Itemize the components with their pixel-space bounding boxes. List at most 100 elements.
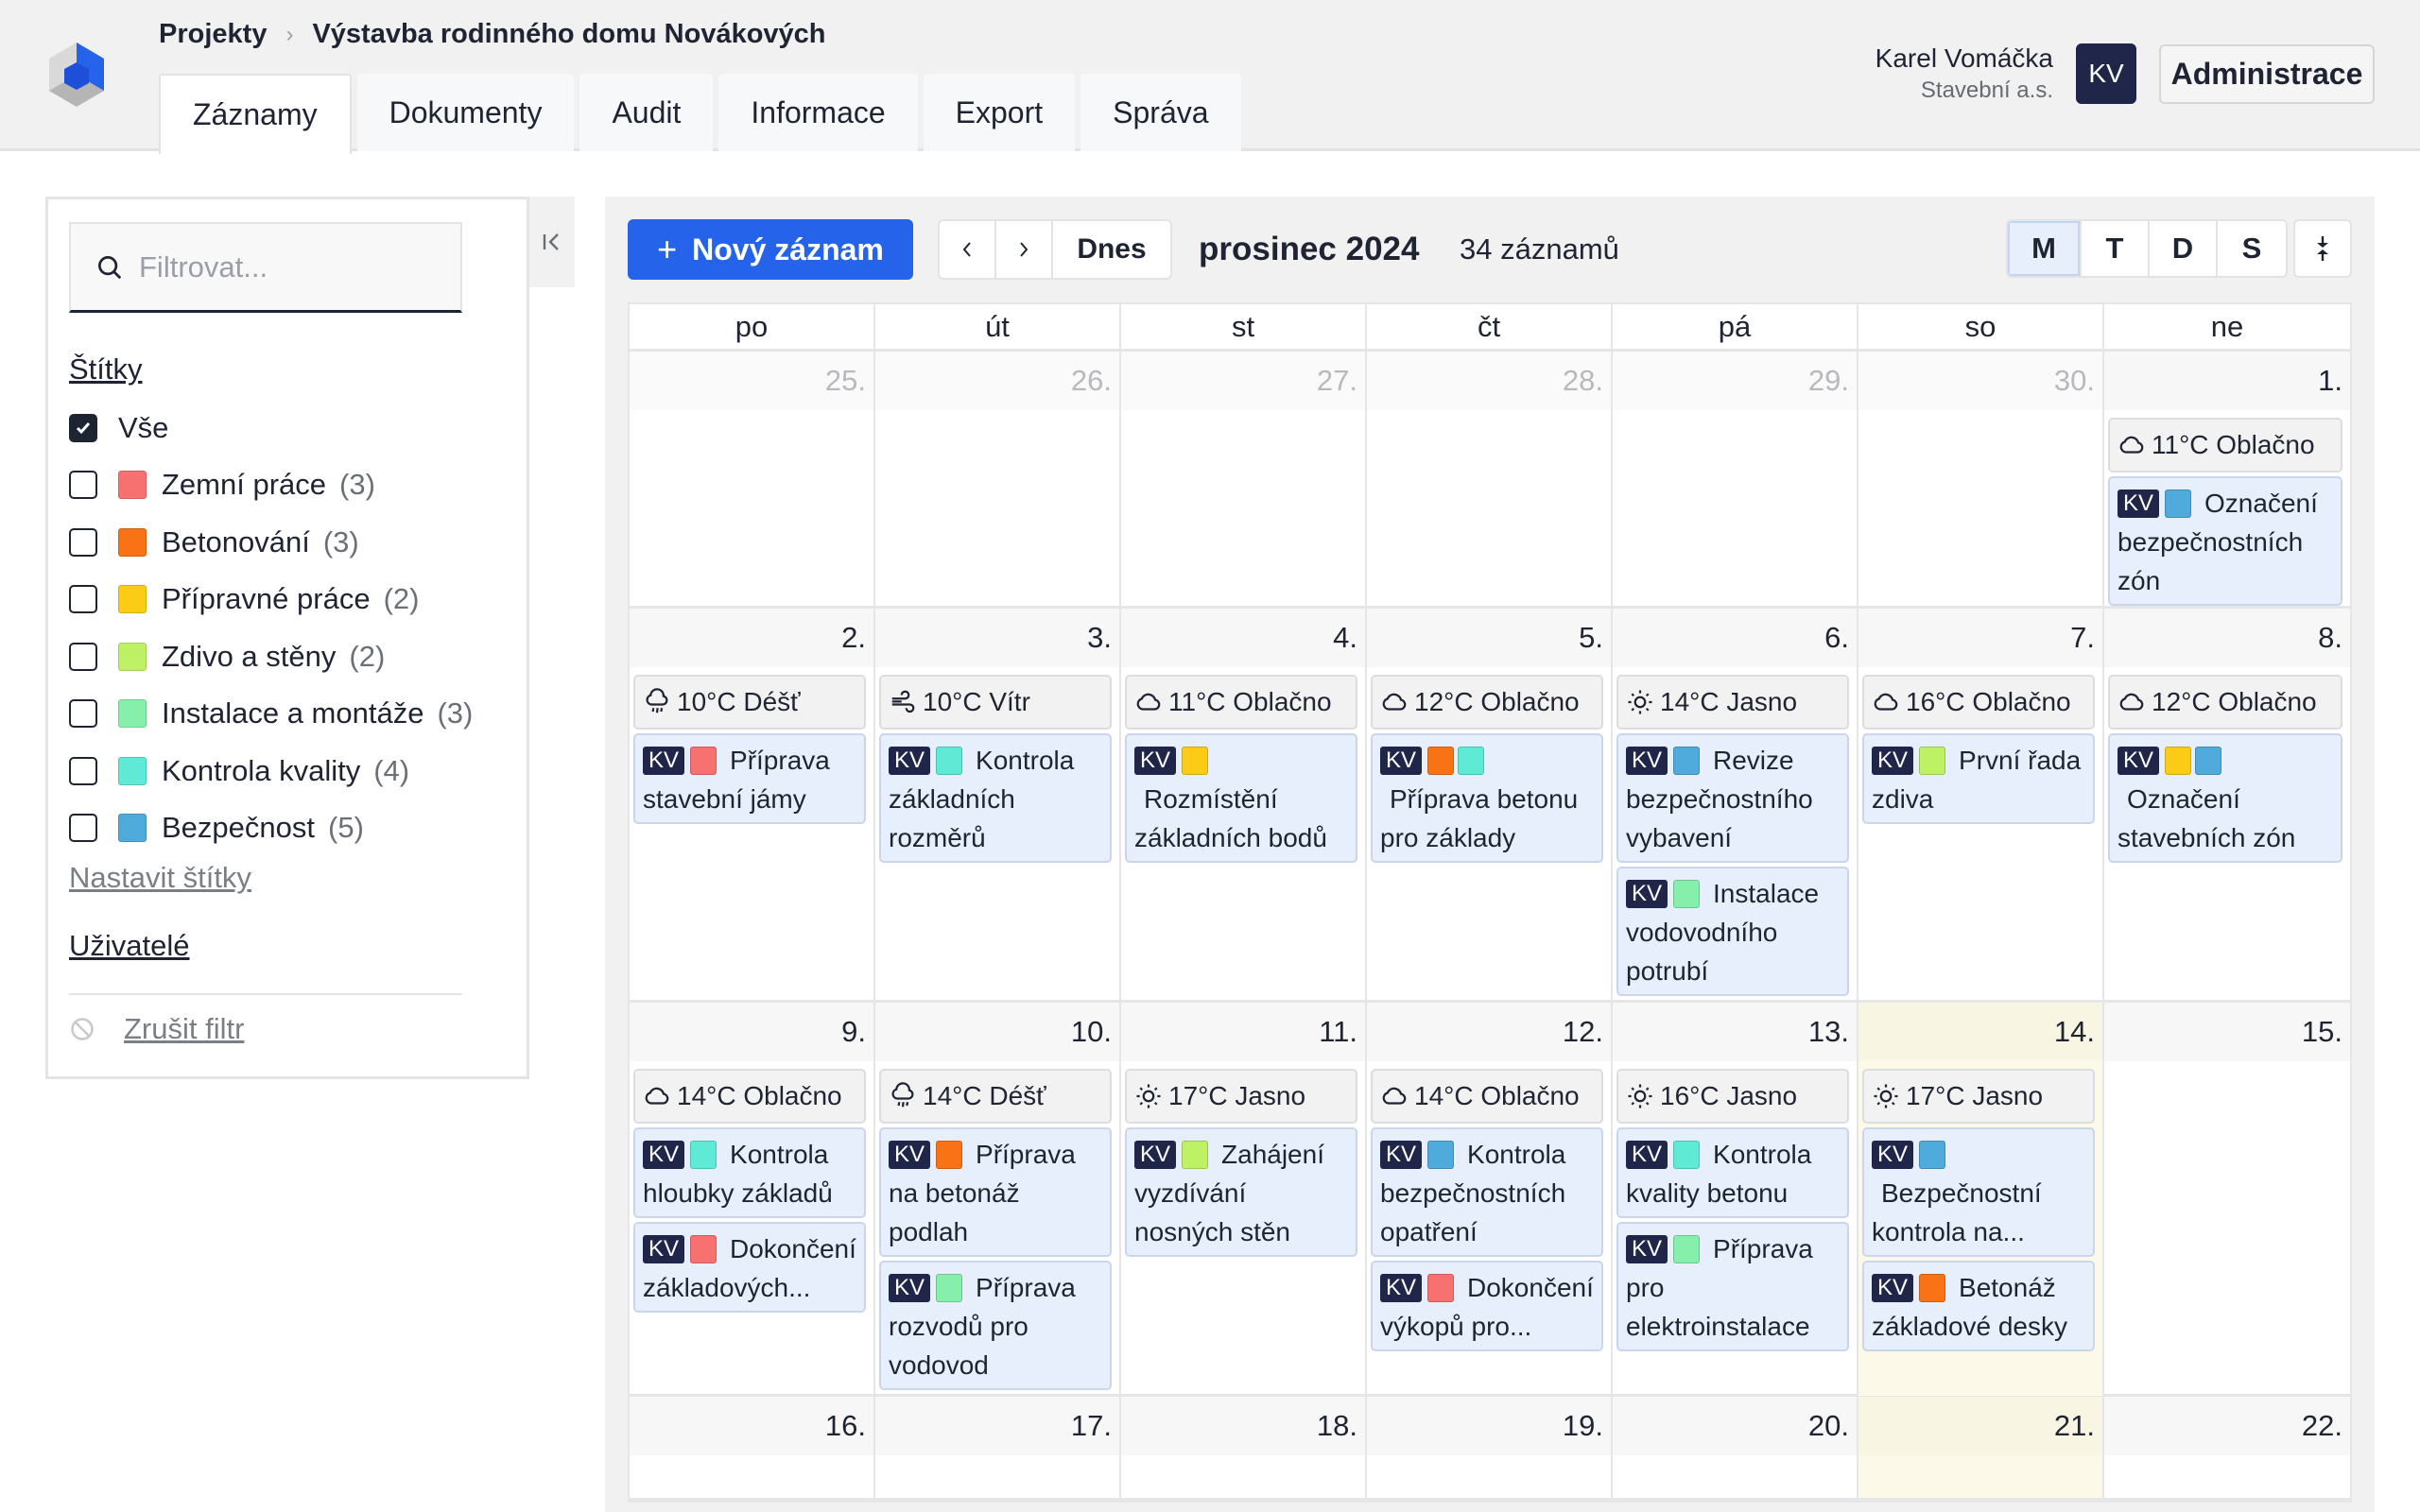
- calendar-event[interactable]: KV Kontrola kvality betonu: [1616, 1127, 1849, 1218]
- day-number[interactable]: 3.: [875, 609, 1119, 667]
- calendar-event[interactable]: KV Zahájení vyzdívání nosných stěn: [1125, 1127, 1357, 1257]
- previous-month-button[interactable]: [940, 221, 996, 278]
- tag-filter-item[interactable]: Zemní práce (3): [69, 466, 375, 504]
- calendar-day-cell[interactable]: 17.: [875, 1397, 1121, 1498]
- tag-filter-item[interactable]: Betonování (3): [69, 524, 359, 561]
- day-number[interactable]: 21.: [1858, 1397, 2102, 1455]
- day-number[interactable]: 19.: [1367, 1397, 1611, 1455]
- today-button[interactable]: Dnes: [1053, 221, 1170, 278]
- tag-checkbox[interactable]: [69, 585, 97, 613]
- users-heading-link[interactable]: Uživatelé: [69, 929, 190, 963]
- calendar-event[interactable]: KV Dokončení základových...: [633, 1222, 866, 1313]
- tag-checkbox[interactable]: [69, 756, 97, 785]
- calendar-day-cell[interactable]: 27.: [1121, 352, 1367, 611]
- calendar-day-cell[interactable]: 13. 16°C Jasno KV Kontrola kvality betonu KV…: [1613, 1003, 1858, 1396]
- calendar-day-cell[interactable]: 18.: [1121, 1397, 1367, 1498]
- day-number[interactable]: 30.: [1858, 352, 2102, 410]
- tab-export[interactable]: Export: [923, 74, 1076, 151]
- day-number[interactable]: 25.: [630, 352, 873, 410]
- day-number[interactable]: 12.: [1367, 1003, 1611, 1061]
- calendar-day-cell[interactable]: 30.: [1858, 352, 2104, 611]
- calendar-day-cell[interactable]: 16.: [630, 1397, 875, 1498]
- view-list-button[interactable]: S: [2218, 221, 2286, 276]
- calendar-event[interactable]: KV Instalace vodovodního potrubí: [1616, 867, 1849, 996]
- calendar-event[interactable]: KV Označení bezpečnostních zón: [2108, 476, 2342, 606]
- day-number[interactable]: 13.: [1613, 1003, 1857, 1061]
- calendar-day-cell[interactable]: 21.: [1858, 1397, 2104, 1498]
- compact-view-button[interactable]: [2293, 219, 2352, 278]
- tag-filter-item[interactable]: Zdivo a stěny (2): [69, 638, 385, 676]
- calendar-day-cell[interactable]: 5. 12°C Oblačno KV Příprava betonu pro zákl…: [1367, 609, 1613, 1002]
- view-day-button[interactable]: D: [2150, 221, 2218, 276]
- calendar-event[interactable]: KV Příprava betonu pro základy: [1371, 733, 1603, 863]
- tag-filter-item[interactable]: Instalace a montáže (3): [69, 695, 473, 732]
- calendar-event[interactable]: KV Kontrola hloubky základů: [633, 1127, 866, 1218]
- day-number[interactable]: 15.: [2104, 1003, 2350, 1061]
- calendar-day-cell[interactable]: 9. 14°C Oblačno KV Kontrola hloubky základů…: [630, 1003, 875, 1396]
- day-number[interactable]: 14.: [1858, 1003, 2102, 1061]
- tag-filter-item[interactable]: Přípravné práce (2): [69, 580, 419, 618]
- tab-dokumenty[interactable]: Dokumenty: [356, 74, 575, 151]
- app-logo-icon[interactable]: [45, 43, 108, 107]
- calendar-day-cell[interactable]: 12. 14°C Oblačno KV Kontrola bezpečnostních…: [1367, 1003, 1613, 1396]
- day-number[interactable]: 18.: [1121, 1397, 1365, 1455]
- day-number[interactable]: 8.: [2104, 609, 2350, 667]
- calendar-day-cell[interactable]: 4. 11°C Oblačno KV Rozmístění základních bo…: [1121, 609, 1367, 1002]
- user-avatar[interactable]: KV: [2076, 43, 2136, 104]
- clear-filter-row[interactable]: Zrušit filtr: [69, 1012, 244, 1046]
- calendar-day-cell[interactable]: 25.: [630, 352, 875, 611]
- day-number[interactable]: 11.: [1121, 1003, 1365, 1061]
- day-number[interactable]: 1.: [2104, 352, 2350, 410]
- calendar-day-cell[interactable]: 20.: [1613, 1397, 1858, 1498]
- calendar-event[interactable]: KV Příprava stavební jámy: [633, 733, 866, 824]
- calendar-day-cell[interactable]: 22.: [2104, 1397, 2350, 1498]
- calendar-day-cell[interactable]: 11. 17°C Jasno KV Zahájení vyzdívání nosnýc…: [1121, 1003, 1367, 1396]
- calendar-event[interactable]: KV Betonáž základové desky: [1862, 1261, 2095, 1351]
- tags-heading-link[interactable]: Štítky: [69, 352, 143, 387]
- calendar-day-cell[interactable]: 14. 17°C Jasno KV Bezpečnostní kontrola na.…: [1858, 1003, 2104, 1396]
- calendar-event[interactable]: KV Bezpečnostní kontrola na...: [1862, 1127, 2095, 1257]
- tab-sprava[interactable]: Správa: [1080, 74, 1241, 151]
- calendar-day-cell[interactable]: 15.: [2104, 1003, 2350, 1396]
- administration-button[interactable]: Administrace: [2159, 44, 2375, 104]
- tag-checkbox[interactable]: [69, 642, 97, 671]
- calendar-day-cell[interactable]: 2. 10°C Déšť KV Příprava stavební jámy: [630, 609, 875, 1002]
- configure-tags-link[interactable]: Nastavit štítky: [69, 861, 251, 895]
- day-number[interactable]: 22.: [2104, 1397, 2350, 1455]
- calendar-day-cell[interactable]: 19.: [1367, 1397, 1613, 1498]
- calendar-day-cell[interactable]: 28.: [1367, 352, 1613, 611]
- calendar-event[interactable]: KV Příprava rozvodů pro vodovod: [879, 1261, 1112, 1390]
- tag-checkbox[interactable]: [69, 471, 97, 499]
- day-number[interactable]: 16.: [630, 1397, 873, 1455]
- day-number[interactable]: 29.: [1613, 352, 1857, 410]
- day-number[interactable]: 10.: [875, 1003, 1119, 1061]
- checkbox-all[interactable]: [69, 414, 97, 442]
- calendar-day-cell[interactable]: 1. 11°C Oblačno KV Označení bezpečnostních …: [2104, 352, 2350, 611]
- day-number[interactable]: 26.: [875, 352, 1119, 410]
- tab-zaznamy[interactable]: Záznamy: [159, 74, 352, 154]
- new-record-button[interactable]: + Nový záznam: [628, 219, 913, 280]
- day-number[interactable]: 4.: [1121, 609, 1365, 667]
- filter-input[interactable]: [139, 249, 441, 284]
- tag-filter-item[interactable]: Kontrola kvality (4): [69, 752, 409, 790]
- calendar-day-cell[interactable]: 7. 16°C Oblačno KV První řada zdiva: [1858, 609, 2104, 1002]
- breadcrumb-projects[interactable]: Projekty: [159, 19, 267, 50]
- day-number[interactable]: 7.: [1858, 609, 2102, 667]
- day-number[interactable]: 27.: [1121, 352, 1365, 410]
- tag-checkbox[interactable]: [69, 814, 97, 842]
- day-number[interactable]: 20.: [1613, 1397, 1857, 1455]
- tab-audit[interactable]: Audit: [579, 74, 714, 151]
- calendar-event[interactable]: KV Kontrola bezpečnostních opatření: [1371, 1127, 1603, 1257]
- filter-field[interactable]: [69, 222, 462, 313]
- calendar-event[interactable]: KV Rozmístění základních bodů: [1125, 733, 1357, 863]
- day-number[interactable]: 17.: [875, 1397, 1119, 1455]
- calendar-event[interactable]: KV Kontrola základních rozměrů: [879, 733, 1112, 863]
- calendar-event[interactable]: KV Příprava pro elektroinstalace: [1616, 1222, 1849, 1351]
- view-week-button[interactable]: T: [2082, 221, 2150, 276]
- tag-filter-all[interactable]: Vše: [69, 409, 168, 447]
- calendar-event[interactable]: KV Příprava na betonáž podlah: [879, 1127, 1112, 1257]
- calendar-day-cell[interactable]: 26.: [875, 352, 1121, 611]
- tab-informace[interactable]: Informace: [718, 74, 918, 151]
- calendar-event[interactable]: KV Dokončení výkopů pro...: [1371, 1261, 1603, 1351]
- collapse-sidebar-button[interactable]: [529, 197, 575, 287]
